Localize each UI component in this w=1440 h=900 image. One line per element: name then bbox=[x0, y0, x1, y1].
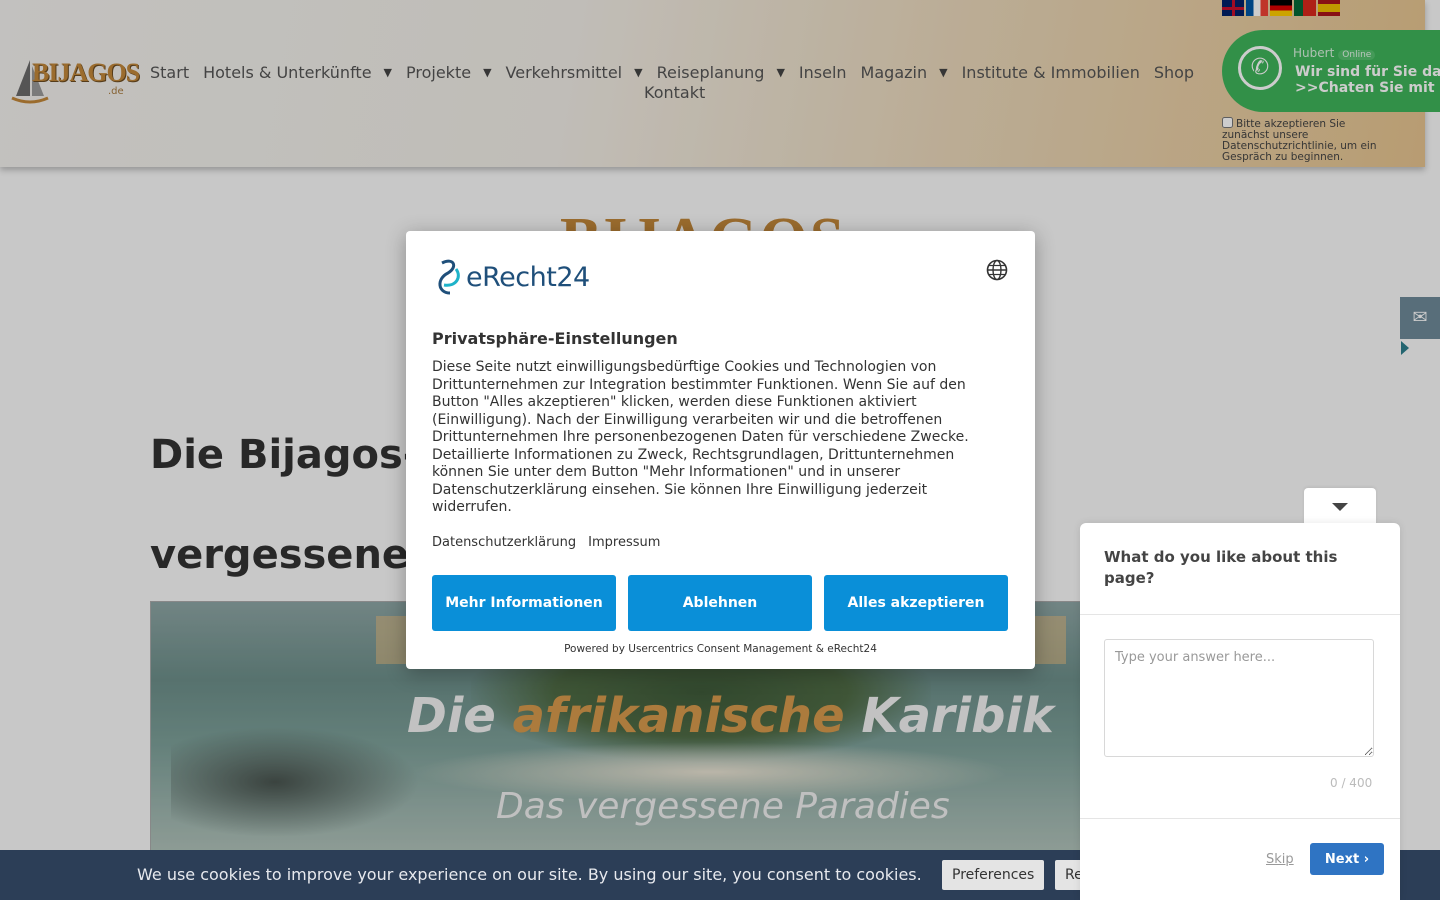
character-counter: 0 / 400 bbox=[1330, 776, 1373, 790]
feedback-answer-input[interactable] bbox=[1104, 639, 1374, 757]
decline-button[interactable]: Ablehnen bbox=[628, 575, 812, 631]
next-button[interactable]: Next › bbox=[1310, 843, 1384, 875]
erecht24-mark-icon bbox=[438, 259, 460, 295]
consent-links: Datenschutzerklärung Impressum bbox=[432, 535, 660, 550]
skip-link[interactable]: Skip bbox=[1266, 852, 1294, 867]
cookie-preferences-button[interactable]: Preferences bbox=[942, 860, 1045, 890]
privacy-policy-link[interactable]: Datenschutzerklärung bbox=[432, 535, 576, 550]
powered-by: Powered by Usercentrics Consent Manageme… bbox=[564, 643, 877, 655]
consent-title: Privatsphäre-Einstellungen bbox=[432, 329, 678, 348]
divider bbox=[1080, 818, 1400, 819]
chevron-right-icon: › bbox=[1363, 851, 1370, 867]
erecht24-logo: eRecht24 bbox=[432, 257, 590, 297]
divider bbox=[1080, 614, 1400, 615]
feedback-question: What do you like about this page? bbox=[1104, 548, 1338, 587]
feedback-widget: What do you like about this page? 0 / 40… bbox=[1080, 523, 1400, 900]
feedback-collapse-button[interactable] bbox=[1304, 488, 1376, 528]
globe-icon[interactable] bbox=[986, 259, 1008, 281]
chevron-down-icon bbox=[1332, 503, 1348, 511]
consent-text: Diese Seite nutzt einwilligungsbedürftig… bbox=[432, 359, 969, 515]
cookie-text: We use cookies to improve your experienc… bbox=[137, 865, 922, 884]
more-information-button[interactable]: Mehr Informationen bbox=[432, 575, 616, 631]
consent-dialog: eRecht24 Privatsphäre-Einstellungen Dies… bbox=[406, 231, 1035, 669]
imprint-link[interactable]: Impressum bbox=[588, 535, 660, 550]
accept-all-button[interactable]: Alles akzeptieren bbox=[824, 575, 1008, 631]
